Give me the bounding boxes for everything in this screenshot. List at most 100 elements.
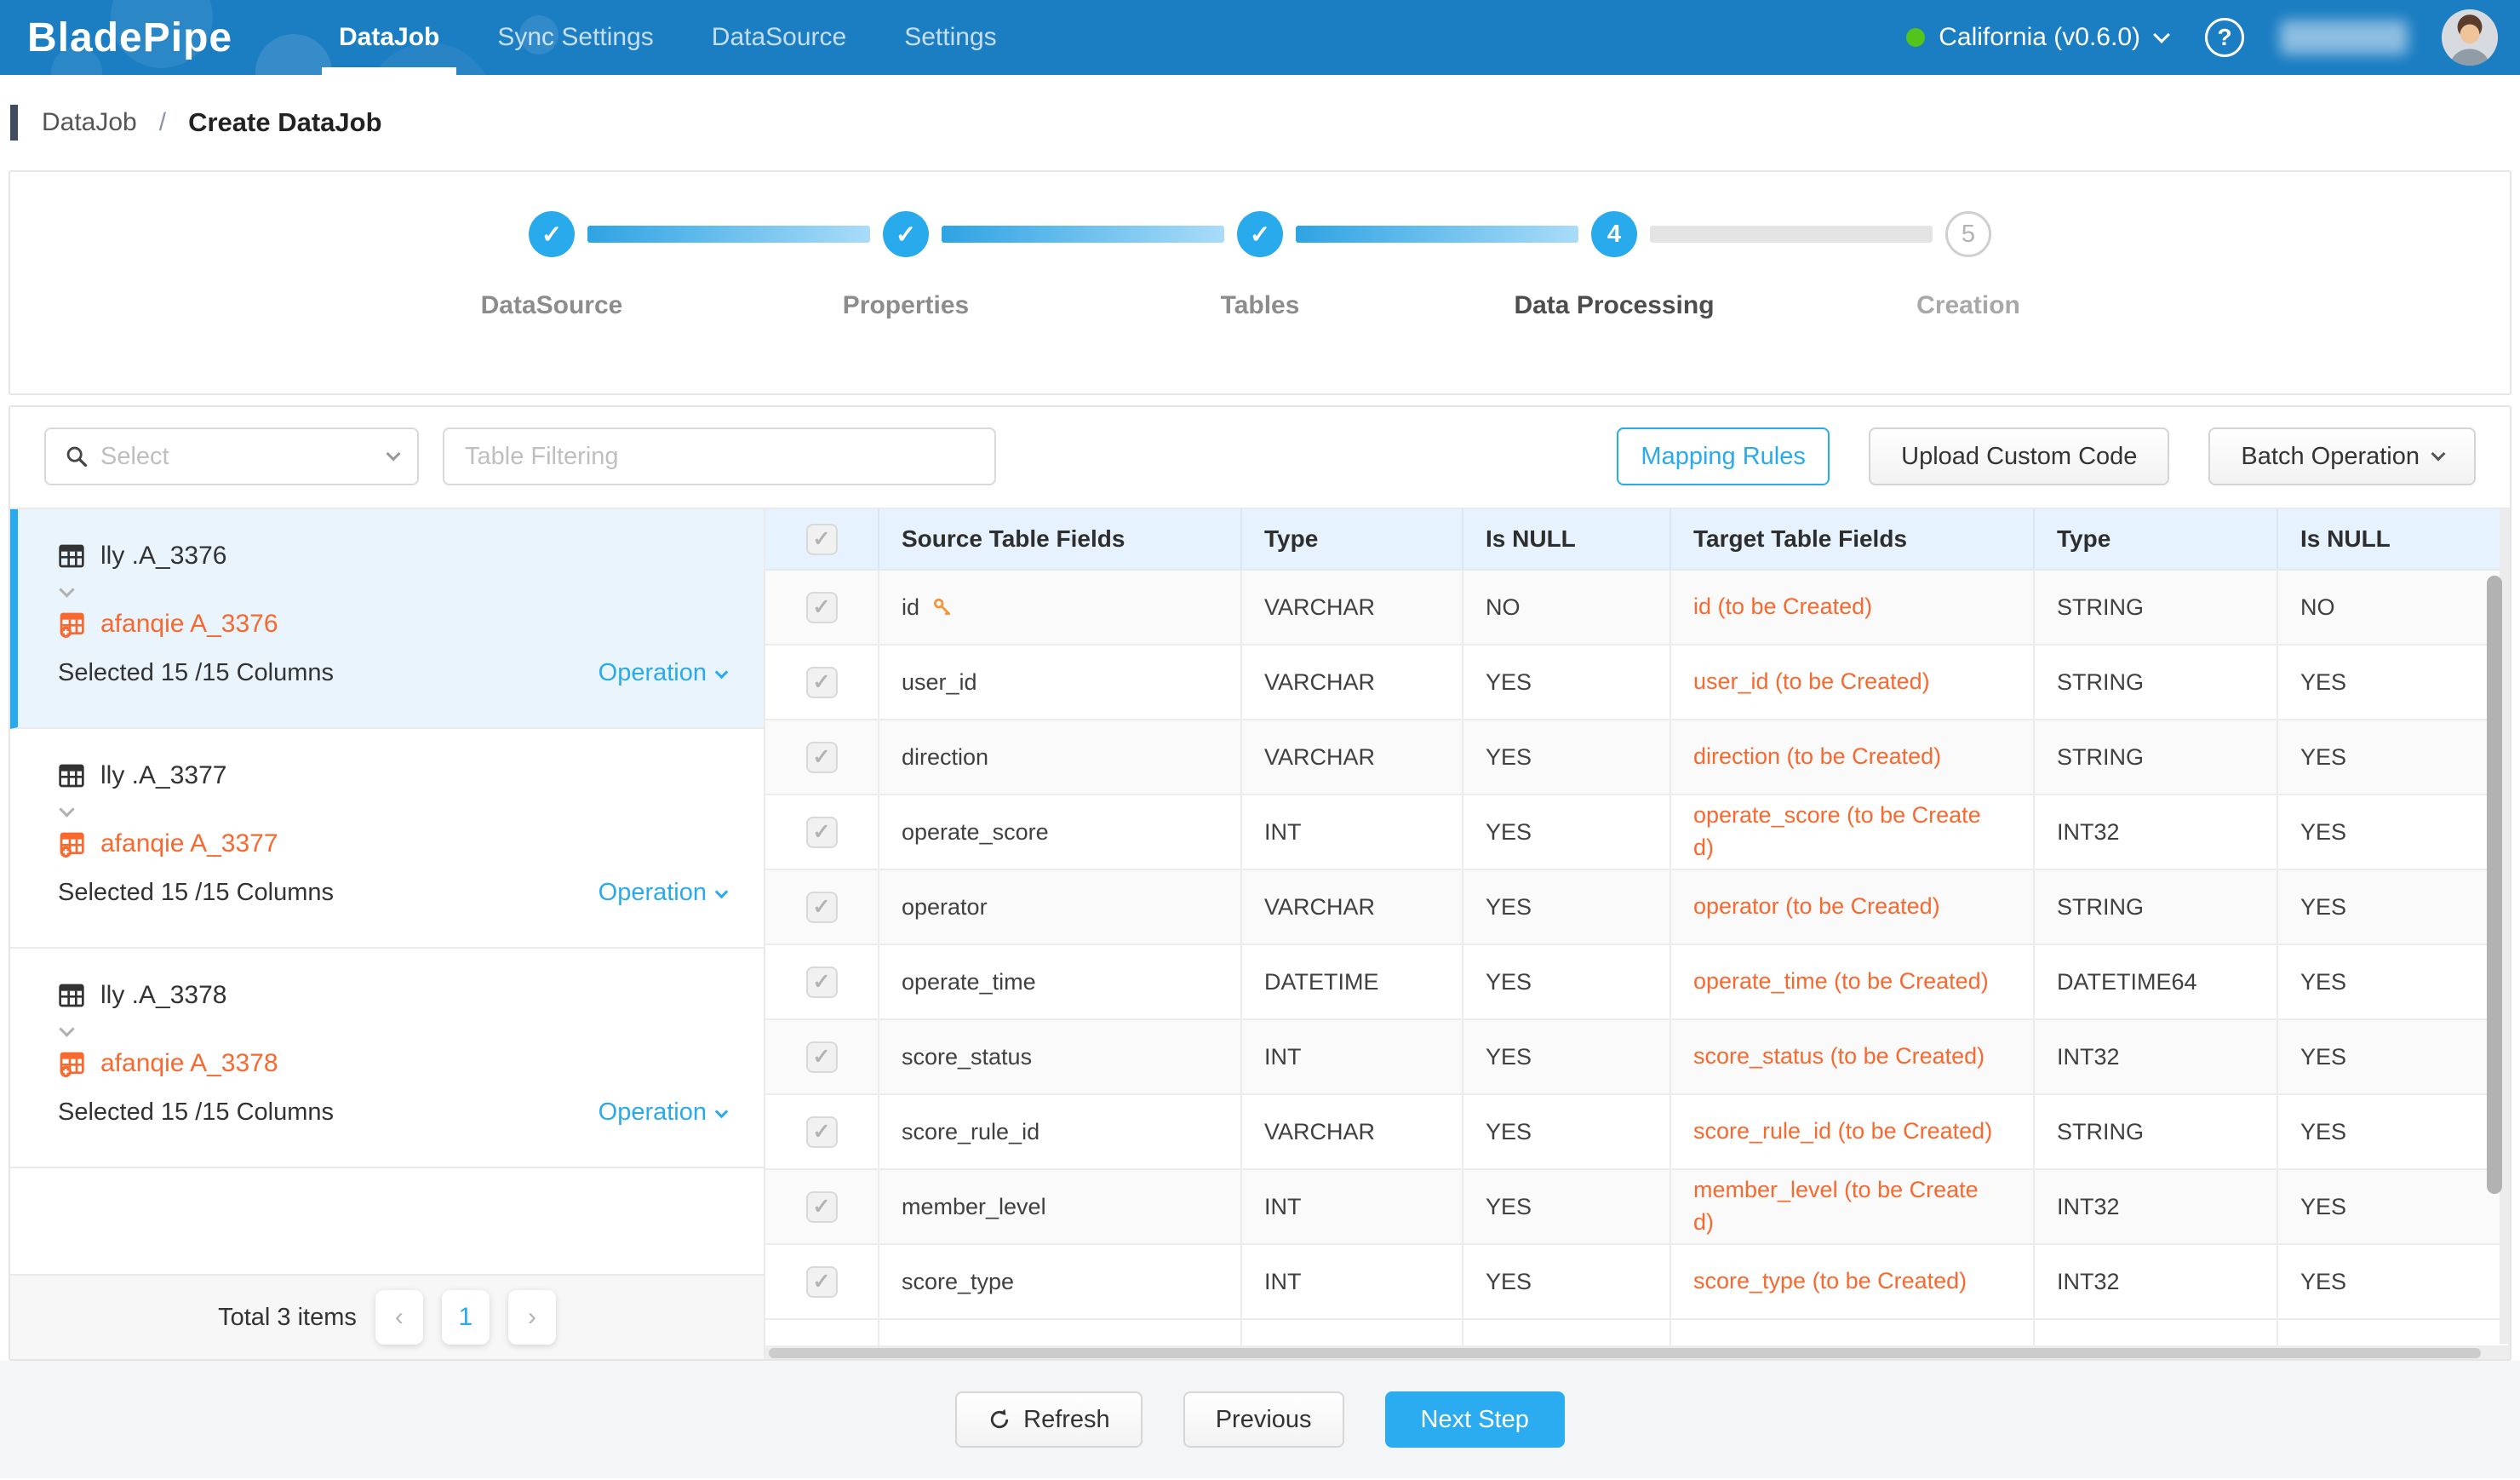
target-field-cell: score_rule_id (to be Created)	[1671, 1095, 2035, 1168]
help-icon[interactable]: ?	[2205, 18, 2244, 57]
nav-item-datajob[interactable]: DataJob	[332, 0, 446, 75]
row-checkbox[interactable]: ✓	[806, 1266, 838, 1298]
field-mapping-table: ✓ Source Table Fields Type Is NULL Targe…	[765, 509, 2510, 1359]
target-field-cell: score_status (to be Created)	[1671, 1020, 2035, 1093]
source-field-name: score_type	[902, 1269, 1014, 1295]
row-checkbox[interactable]: ✓	[806, 1041, 838, 1073]
target-field-name: direction (to be Created)	[1693, 741, 1941, 773]
step-tables: ✓ Tables	[1083, 211, 1437, 320]
table-select-dropdown[interactable]: Select	[44, 427, 419, 485]
table-row: ✓ id VARCHAR	[765, 571, 2510, 645]
source-field-name: operator	[902, 894, 988, 921]
source-isnull-cell: YES	[1463, 1245, 1671, 1318]
nav-item-settings[interactable]: Settings	[897, 0, 1003, 75]
target-field-cell: operate_time (to be Created)	[1671, 945, 2035, 1018]
target-table-name: afanqie A_3377	[100, 829, 278, 858]
step-label: Creation	[1916, 291, 2020, 320]
content-row: lly .A_3376	[10, 509, 2510, 1359]
step-creation: 5 Creation	[1791, 211, 2145, 320]
table-filtering-input[interactable]	[443, 427, 996, 485]
source-field-cell: id	[879, 571, 1242, 644]
target-isnull-cell: YES	[2278, 645, 2510, 719]
target-field-cell: operate_score (to be Created)	[1671, 795, 2035, 869]
source-isnull-cell: YES	[1463, 795, 1671, 869]
region-selector[interactable]: California (v0.6.0)	[1939, 23, 2140, 52]
selected-columns-info: Selected 15 /15 Columns	[58, 1099, 334, 1127]
source-field-cell: operate_score	[879, 795, 1242, 869]
source-field-name: operate_time	[902, 969, 1036, 995]
refresh-icon	[988, 1408, 1011, 1431]
prev-page-button[interactable]: ‹	[375, 1290, 423, 1345]
row-checkbox[interactable]: ✓	[806, 1116, 838, 1148]
nav-item-sync-settings[interactable]: Sync Settings	[490, 0, 660, 75]
table-row: ✓ member_level	[765, 1170, 2510, 1245]
table-pair-list: lly .A_3376	[10, 509, 765, 1359]
table-pair-card[interactable]: lly .A_3376	[10, 509, 764, 729]
table-row-clipped	[765, 1320, 2510, 1345]
chevron-down-icon[interactable]	[2153, 26, 2170, 43]
page-number-button[interactable]: 1	[442, 1290, 490, 1345]
target-isnull-cell: YES	[2278, 945, 2510, 1018]
row-checkbox[interactable]: ✓	[806, 892, 838, 923]
filter-bar: Select Mapping Rules Upload Custom Code …	[10, 407, 2510, 509]
table-pair-card[interactable]: lly .A_3378	[10, 949, 764, 1168]
header-source-fields: Source Table Fields	[879, 509, 1242, 571]
source-isnull-cell: YES	[1463, 645, 1671, 719]
row-checkbox[interactable]: ✓	[806, 667, 838, 698]
table-icon	[58, 542, 85, 570]
operation-dropdown[interactable]: Operation	[598, 1099, 726, 1127]
expand-toggle[interactable]	[61, 804, 726, 819]
page-title: Create DataJob	[188, 107, 381, 138]
target-field-name: id (to be Created)	[1693, 591, 1872, 623]
select-all-checkbox[interactable]: ✓	[806, 524, 838, 555]
source-table-name: lly .A_3377	[100, 761, 226, 790]
step-label: Tables	[1221, 291, 1300, 320]
vertical-scrollbar-thumb[interactable]	[2487, 576, 2502, 1194]
batch-operation-button[interactable]: Batch Operation	[2208, 427, 2476, 485]
avatar[interactable]	[2442, 9, 2498, 66]
row-checkbox-cell: ✓	[765, 720, 879, 794]
target-isnull-cell: YES	[2278, 1020, 2510, 1093]
next-page-button[interactable]: ›	[508, 1290, 556, 1345]
table-icon	[58, 762, 85, 789]
refresh-button[interactable]: Refresh	[955, 1391, 1143, 1448]
row-checkbox[interactable]: ✓	[806, 967, 838, 998]
batch-operation-label: Batch Operation	[2241, 443, 2420, 471]
source-isnull-cell: NO	[1463, 571, 1671, 644]
target-field-cell: member_level (to be Created)	[1671, 1170, 2035, 1243]
main-panel: Select Mapping Rules Upload Custom Code …	[9, 405, 2511, 1361]
target-field-name: member_level (to be Created)	[1693, 1174, 1993, 1239]
row-checkbox[interactable]: ✓	[806, 592, 838, 623]
previous-button[interactable]: Previous	[1183, 1391, 1344, 1448]
table-row: ✓ score_status	[765, 1020, 2510, 1095]
target-table-row: afanqie A_3376	[58, 610, 726, 639]
stepper: ✓ DataSource ✓ Properties ✓ Tables 4 Dat…	[10, 172, 2510, 320]
primary-key-icon	[931, 596, 954, 618]
source-isnull-cell: YES	[1463, 1020, 1671, 1093]
target-table-row: afanqie A_3377	[58, 829, 726, 858]
main-menu: DataJob Sync Settings DataSource Setting…	[332, 0, 1048, 75]
step-label: Data Processing	[1514, 291, 1714, 320]
source-type-cell: VARCHAR	[1242, 645, 1463, 719]
mapping-rules-button[interactable]: Mapping Rules	[1617, 427, 1830, 485]
table-pair-card[interactable]: lly .A_3377	[10, 729, 764, 949]
source-type-cell: VARCHAR	[1242, 571, 1463, 644]
step-label: Properties	[843, 291, 969, 320]
operation-dropdown[interactable]: Operation	[598, 879, 726, 907]
nav-item-datasource[interactable]: DataSource	[705, 0, 853, 75]
upload-custom-code-button[interactable]: Upload Custom Code	[1869, 427, 2169, 485]
expand-toggle[interactable]	[61, 584, 726, 599]
source-table-row: lly .A_3376	[58, 542, 726, 571]
source-field-name: user_id	[902, 669, 977, 696]
operation-dropdown[interactable]: Operation	[598, 659, 726, 687]
breadcrumb-datajob[interactable]: DataJob	[42, 108, 137, 137]
row-checkbox[interactable]: ✓	[806, 1191, 838, 1223]
next-step-button[interactable]: Next Step	[1385, 1391, 1565, 1448]
horizontal-scrollbar-thumb[interactable]	[769, 1348, 2481, 1358]
row-checkbox[interactable]: ✓	[806, 817, 838, 848]
chevron-down-icon	[59, 582, 74, 597]
expand-toggle[interactable]	[61, 1024, 726, 1039]
source-type-cell: VARCHAR	[1242, 1095, 1463, 1168]
step-label: DataSource	[481, 291, 623, 320]
row-checkbox[interactable]: ✓	[806, 742, 838, 773]
